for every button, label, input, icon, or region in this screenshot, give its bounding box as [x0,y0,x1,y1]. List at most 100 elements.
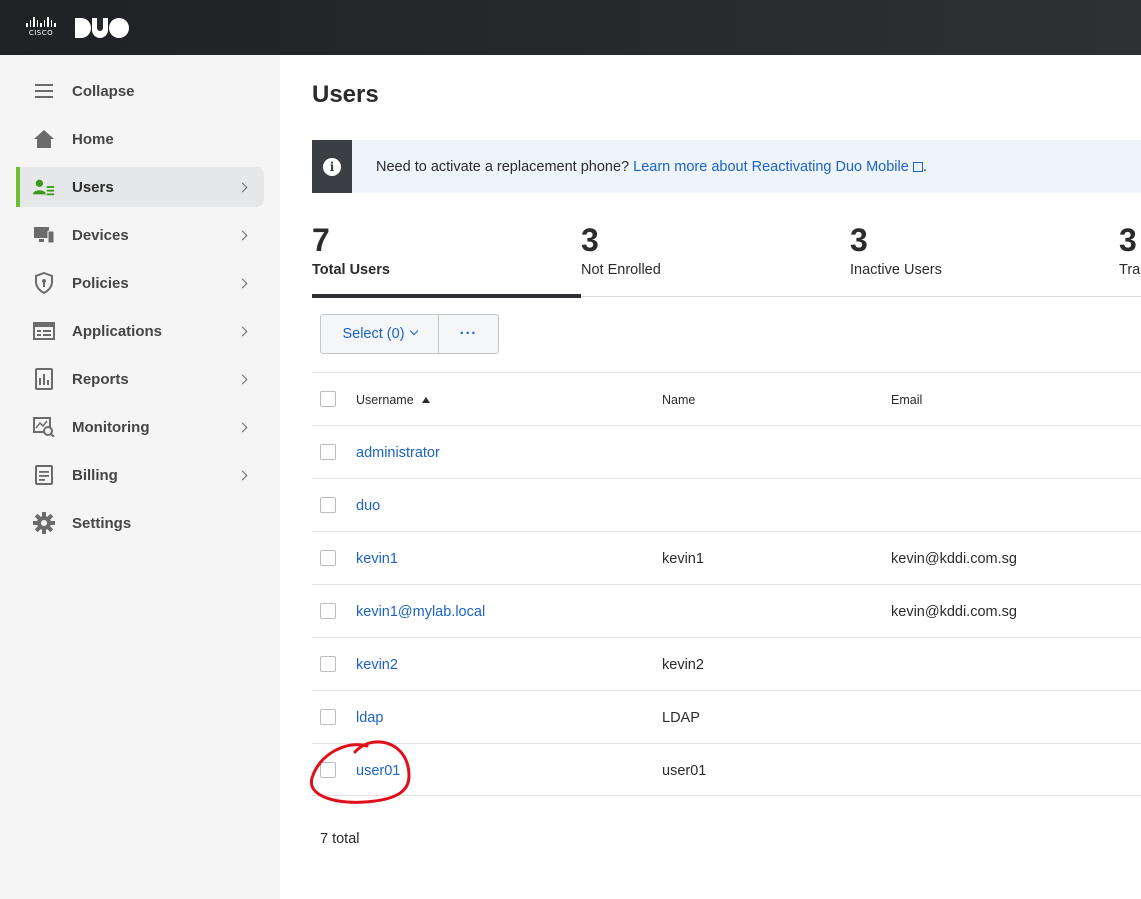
sidebar-item-label: Applications [72,322,163,340]
shield-icon [33,272,55,294]
sidebar-item-label: Monitoring [72,418,150,436]
reactivate-duo-mobile-link[interactable]: Learn more about Reactivating Duo Mobile [633,159,909,175]
sidebar-item-home[interactable]: Home [16,119,264,159]
page-title: Users [312,81,379,108]
row-checkbox[interactable] [320,603,336,619]
more-actions-button[interactable]: ··· [439,314,499,354]
chevron-down-icon [409,326,418,336]
stats-active-underline [312,294,581,298]
billing-icon [33,464,55,486]
name-cell: kevin1 [662,550,704,567]
sidebar-item-devices[interactable]: Devices [16,215,264,255]
gear-icon [33,512,55,534]
stat-number: 7 [312,222,330,258]
stat-number: 3 [581,222,599,258]
table-row: kevin1 kevin1 kevin@kddi.com.sg [312,531,1141,584]
chevron-right-icon [237,470,248,480]
sidebar-item-policies[interactable]: Policies [16,263,264,303]
sort-ascending-icon [421,396,430,403]
applications-icon [33,320,55,342]
devices-icon [33,224,55,246]
stat-label: Inactive Users [850,262,942,278]
row-checkbox[interactable] [320,444,336,460]
table-row: user01 user01 [312,743,1141,796]
table-row: administrator [312,425,1141,478]
stat-inactive-users[interactable]: 3 Inactive Users [850,222,942,298]
cisco-logo-text: CISCO [28,29,54,37]
sidebar-item-settings[interactable]: Settings [16,503,264,543]
sidebar-item-label: Collapse [72,82,135,100]
name-cell: user01 [662,762,707,779]
row-checkbox[interactable] [320,550,336,566]
select-label: Select (0) [342,326,405,342]
cisco-logo: CISCO [24,17,58,39]
username-link[interactable]: user01 [356,744,400,797]
table-row: kevin1@mylab.local kevin@kddi.com.sg [312,584,1141,637]
sidebar-item-collapse[interactable]: Collapse [16,71,264,111]
sidebar-item-label: Settings [72,514,132,532]
reports-icon [33,368,55,390]
column-header-name[interactable]: Name [662,373,695,426]
sidebar-item-billing[interactable]: Billing [16,455,264,495]
username-link[interactable]: kevin2 [356,638,398,691]
chevron-right-icon [237,326,248,336]
sidebar-item-reports[interactable]: Reports [16,359,264,399]
stat-not-enrolled[interactable]: 3 Not Enrolled [581,222,661,298]
row-checkbox[interactable] [320,497,336,513]
select-dropdown-button[interactable]: Select (0) [320,314,439,354]
name-cell: kevin2 [662,656,704,673]
sidebar-item-label: Reports [72,370,129,388]
header-label: Username [356,392,414,407]
column-header-email[interactable]: Email [891,373,922,426]
more-label: ··· [459,326,478,342]
info-banner: i Need to activate a replacement phone? … [312,140,1141,193]
username-link[interactable]: kevin1 [356,532,398,585]
table-row: ldap LDAP [312,690,1141,743]
chevron-right-icon [237,278,248,288]
sidebar-item-label: Billing [72,466,118,484]
home-icon [33,128,55,150]
email-cell: kevin@kddi.com.sg [891,603,1017,620]
table-row: kevin2 kevin2 [312,637,1141,690]
stat-trash[interactable]: 3 Tra [1119,222,1141,298]
stat-total-users[interactable]: 7 Total Users [312,222,390,298]
username-link[interactable]: administrator [356,426,440,479]
users-icon [33,176,55,198]
username-link[interactable]: ldap [356,691,383,744]
monitoring-icon [33,416,55,438]
banner-link[interactable]: Learn more about Reactivating Duo Mobile [633,159,923,175]
chevron-right-icon [237,374,248,384]
email-cell: kevin@kddi.com.sg [891,550,1017,567]
column-header-username[interactable]: Username [356,373,430,426]
info-icon-box: i [312,140,352,193]
info-icon: i [323,157,341,176]
name-cell: LDAP [662,709,700,726]
sidebar: Collapse Home Users Devices Policies App… [0,55,280,899]
sidebar-item-users[interactable]: Users [16,167,264,207]
hamburger-icon [33,80,55,102]
username-link[interactable]: kevin1@mylab.local [356,585,485,638]
stat-label: Not Enrolled [581,262,661,278]
top-bar: CISCO [0,0,1141,55]
duo-logo[interactable] [75,17,129,39]
chevron-right-icon [237,230,248,240]
stat-number: 3 [850,222,868,258]
sidebar-item-label: Home [72,130,114,148]
sidebar-item-applications[interactable]: Applications [16,311,264,351]
sidebar-item-label: Devices [72,226,129,244]
table-header: Username Name Email [312,372,1141,425]
stat-number: 3 [1119,222,1137,258]
sidebar-item-label: Policies [72,274,129,292]
select-all-checkbox[interactable] [320,391,336,407]
total-count: 7 total [320,831,360,847]
stat-label: Tra [1119,262,1141,278]
row-checkbox[interactable] [320,709,336,725]
stat-label: Total Users [312,262,390,278]
sidebar-item-monitoring[interactable]: Monitoring [16,407,264,447]
banner-text: Need to activate a replacement phone? Le… [376,159,927,175]
username-link[interactable]: duo [356,479,380,532]
chevron-right-icon [237,422,248,432]
external-link-icon [912,161,923,172]
row-checkbox[interactable] [320,656,336,672]
row-checkbox[interactable] [320,762,336,778]
